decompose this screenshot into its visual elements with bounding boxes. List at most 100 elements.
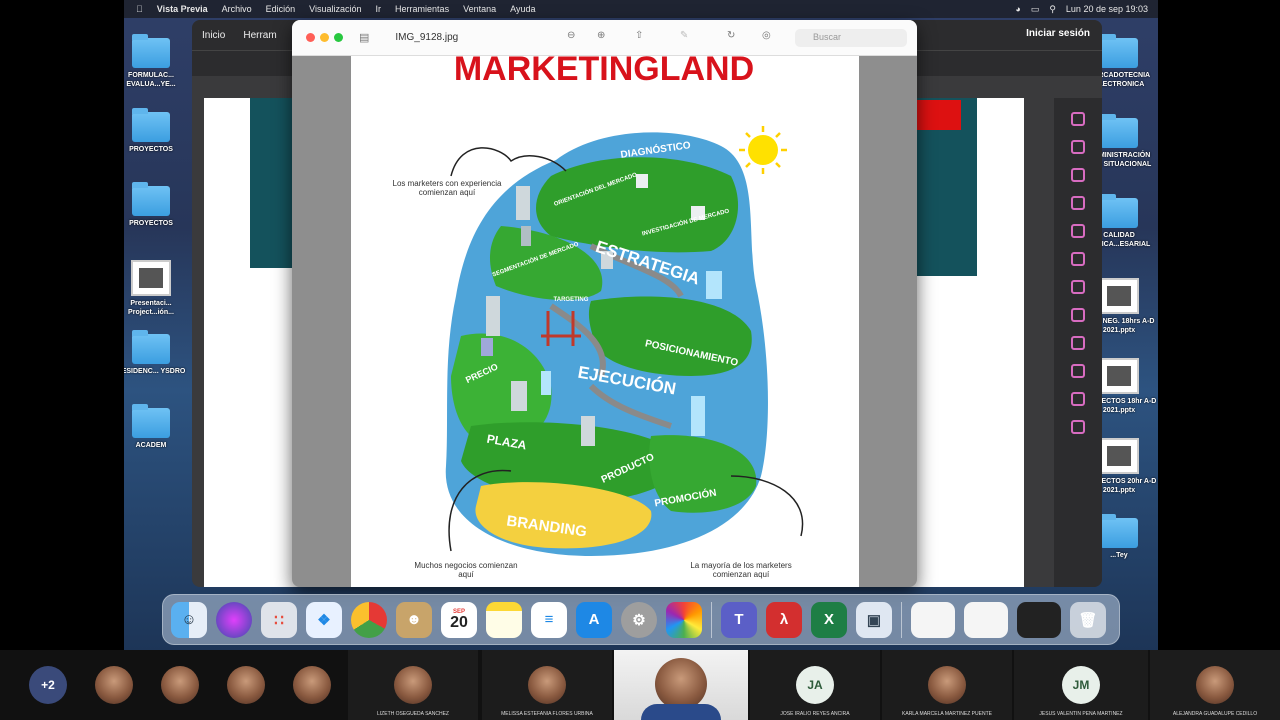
participant-tile[interactable] <box>220 650 272 720</box>
desktop-item-label: FORMULAC... EVALUA...YE... <box>126 72 176 88</box>
login-button[interactable]: Iniciar sesión <box>1026 28 1090 39</box>
preview-window[interactable]: ▤ IMG_9128.jpg ⊖ ⊕ ⇧ ✎ ↻ ◎ Buscar MARKET… <box>292 20 917 587</box>
participant-tile[interactable]: MELISSA ESTEFANIA FLORES URBINA <box>482 650 612 720</box>
menubar-clock[interactable]: Lun 20 de sep 19:03 <box>1066 4 1148 14</box>
sidebar-toggle-icon[interactable]: ▤ <box>359 31 369 44</box>
preview-search-input[interactable]: Buscar <box>795 29 907 47</box>
note-top: Los marketers con experiencia comienzan … <box>392 179 502 197</box>
minimized-window-thumb-1[interactable] <box>911 601 955 638</box>
slide-red-block <box>917 100 961 130</box>
left-desktop-item[interactable]: PROYECTOS <box>124 108 190 154</box>
minimized-window-thumb-3[interactable] <box>1017 601 1061 638</box>
participant-video-thumb <box>161 666 199 704</box>
mac-menubar:  Vista Previa Archivo Edición Visualiza… <box>124 0 1158 18</box>
participant-tile[interactable]: LIZETH OSEGUEDA SANCHEZ <box>348 650 478 720</box>
calendar-day: 20 <box>450 613 468 631</box>
participant-tile[interactable]: JA JOSE IRALIO REYES ANCIRA <box>750 650 880 720</box>
menu-ventana[interactable]: Ventana <box>463 4 496 14</box>
participant-tile[interactable]: ALEJANDRA GUADALUPE CEDILLO <box>1150 650 1280 720</box>
participant-tile[interactable]: JM JESUS VALENTIN PENA MARTINEZ <box>1014 650 1148 720</box>
left-desktop-item[interactable]: Presentaci... Project...ión... <box>124 260 190 317</box>
teams-icon[interactable]: T <box>721 601 757 638</box>
participant-video-thumb <box>528 666 566 704</box>
redact-icon[interactable] <box>1071 392 1085 406</box>
trash-icon[interactable]: 🗑 <box>1070 601 1106 638</box>
system-preferences-icon[interactable]: ⚙ <box>621 601 657 638</box>
acrobat-icon[interactable]: λ <box>766 601 802 638</box>
scan-icon[interactable] <box>1071 308 1085 322</box>
participant-tile[interactable] <box>154 650 206 720</box>
more-participants-badge[interactable]: +2 <box>29 666 67 704</box>
rotate-icon[interactable]: ↻ <box>727 30 735 41</box>
calendar-icon[interactable]: SEP 20 <box>441 601 477 638</box>
organize-pages-icon[interactable] <box>1071 280 1085 294</box>
preview-filename: IMG_9128.jpg <box>395 32 459 43</box>
combine-files-icon[interactable] <box>1071 252 1085 266</box>
participant-video-thumb <box>227 666 265 704</box>
apple-icon[interactable]:  <box>136 4 143 14</box>
folder-icon <box>132 404 170 438</box>
left-desktop-item[interactable]: PROYECTOS <box>124 182 190 228</box>
reminders-icon[interactable]: ≡ <box>531 601 567 638</box>
preview-app-icon[interactable]: ▣ <box>856 601 892 638</box>
zoom-in-icon[interactable]: ⊕ <box>597 30 605 41</box>
close-window-button[interactable] <box>306 33 315 42</box>
markup-toolbar-icon[interactable]: ◎ <box>762 30 771 41</box>
nav-inicio[interactable]: Inicio <box>202 30 225 41</box>
participant-tile[interactable]: +2 <box>22 650 74 720</box>
markup-pen-icon[interactable]: ✎ <box>680 30 688 41</box>
search-icon[interactable]: ⚲ <box>1049 4 1056 15</box>
minimized-window-thumb-2[interactable] <box>964 601 1008 638</box>
menu-visualizacion[interactable]: Visualización <box>309 4 361 14</box>
excel-icon[interactable]: X <box>811 601 847 638</box>
menu-ir[interactable]: Ir <box>376 4 382 14</box>
left-desktop-item[interactable]: ACADEM <box>124 404 190 450</box>
participant-name: ALEJANDRA GUADALUPE CEDILLO <box>1172 711 1258 717</box>
create-pdf-icon[interactable] <box>1071 196 1085 210</box>
chrome-icon[interactable] <box>351 601 387 638</box>
participant-name: JOSE IRALIO REYES ANCIRA <box>780 711 850 717</box>
participant-tile[interactable] <box>614 650 748 720</box>
photos-icon[interactable] <box>666 601 702 638</box>
protect-icon[interactable] <box>1071 364 1085 378</box>
minimize-window-button[interactable] <box>320 33 329 42</box>
menu-app-name[interactable]: Vista Previa <box>157 4 208 14</box>
wifi-icon[interactable]: ◕ <box>1015 4 1020 14</box>
participant-tile[interactable] <box>286 650 338 720</box>
comment-icon[interactable] <box>1071 224 1085 238</box>
participant-initials-avatar: JA <box>796 666 834 704</box>
menubar-status-area: ◕ ▭ ⚲ Lun 20 de sep 19:03 <box>1015 4 1158 15</box>
siri-icon[interactable] <box>216 601 252 638</box>
safari-icon[interactable]: ❖ <box>306 601 342 638</box>
menu-herramientas[interactable]: Herramientas <box>395 4 449 14</box>
left-desktop-item[interactable]: FORMULAC... EVALUA...YE... <box>124 34 190 89</box>
app-store-icon[interactable]: A <box>576 601 612 638</box>
dock-separator <box>711 601 712 638</box>
left-desktop-item[interactable]: RESIDENC... YSDRO <box>124 330 190 376</box>
share-icon[interactable]: ⇧ <box>635 30 643 41</box>
tools-side-panel <box>1054 98 1102 587</box>
export-pdf-icon[interactable] <box>1071 140 1085 154</box>
zoom-out-icon[interactable]: ⊖ <box>567 30 575 41</box>
participant-tile[interactable] <box>88 650 140 720</box>
menu-ayuda[interactable]: Ayuda <box>510 4 535 14</box>
fill-sign-icon[interactable] <box>1071 336 1085 350</box>
participant-tile[interactable]: KARLA MARCELA MARTINEZ PUENTE <box>882 650 1012 720</box>
folder-icon <box>132 330 170 364</box>
more-tools-icon[interactable] <box>1071 420 1085 434</box>
folder-icon <box>1100 194 1138 228</box>
menu-archivo[interactable]: Archivo <box>222 4 252 14</box>
desktop-item-label: PROYECTOS <box>129 146 173 153</box>
edit-pdf-icon[interactable] <box>1071 168 1085 182</box>
finder-icon[interactable]: ☺ <box>171 601 207 638</box>
contacts-icon[interactable]: ☻ <box>396 601 432 638</box>
menu-edicion[interactable]: Edición <box>266 4 296 14</box>
letterbox-right <box>1158 0 1280 650</box>
note-bottom-right: La mayoría de los marketers comienzan aq… <box>690 561 792 579</box>
nav-herramientas[interactable]: Herram <box>243 30 276 41</box>
zoom-tool-icon[interactable] <box>1071 112 1085 126</box>
battery-icon[interactable]: ▭ <box>1031 4 1040 15</box>
zoom-window-button[interactable] <box>334 33 343 42</box>
notes-icon[interactable] <box>486 601 522 638</box>
launchpad-icon[interactable]: ∷ <box>261 601 297 638</box>
